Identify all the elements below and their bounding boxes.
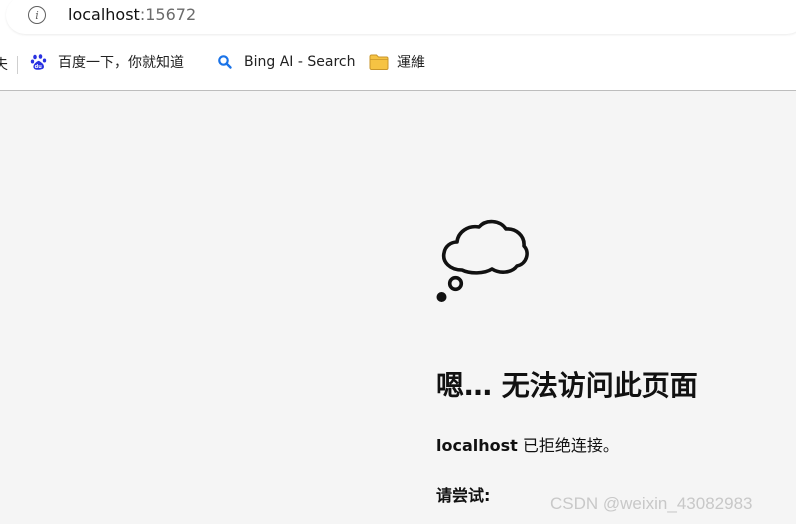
thought-cloud-icon — [432, 208, 532, 308]
browser-toolbar: i localhost:15672 夫 du 百度一下，你就知道 Bing AI… — [0, 0, 796, 91]
bookmark-label: 運維 — [397, 55, 425, 71]
search-icon — [216, 53, 234, 71]
error-description: localhost 已拒绝连接。 — [436, 432, 619, 456]
address-bar-row: i localhost:15672 — [0, 0, 796, 34]
bookmark-bing[interactable]: Bing AI - Search — [216, 50, 355, 74]
error-host: localhost — [436, 436, 518, 455]
svg-text:du: du — [35, 64, 43, 70]
bookmark-folder-ops[interactable]: 運維 — [369, 50, 425, 74]
url-host: localhost — [68, 5, 140, 24]
watermark: CSDN @weixin_43082983 — [550, 494, 753, 513]
url-port: :15672 — [139, 5, 197, 24]
error-title: 嗯… 无法访问此页面 — [436, 369, 698, 402]
bookmark-baidu[interactable]: du 百度一下，你就知道 — [30, 50, 184, 74]
bookmarks-divider — [17, 56, 18, 74]
error-message: 已拒绝连接。 — [517, 436, 619, 455]
bookmarks-bar: 夫 du 百度一下，你就知道 Bing AI - Search 運維 — [0, 48, 796, 76]
bookmark-label: Bing AI - Search — [244, 54, 356, 70]
info-icon[interactable]: i — [28, 6, 46, 24]
folder-icon — [369, 53, 389, 71]
try-heading: 请尝试: — [436, 486, 491, 505]
bookmark-label: 百度一下，你就知道 — [58, 55, 184, 71]
baidu-paw-icon: du — [30, 53, 48, 71]
bookmark-partial[interactable]: 夫 — [0, 54, 8, 74]
url-text[interactable]: localhost:15672 — [68, 5, 196, 24]
